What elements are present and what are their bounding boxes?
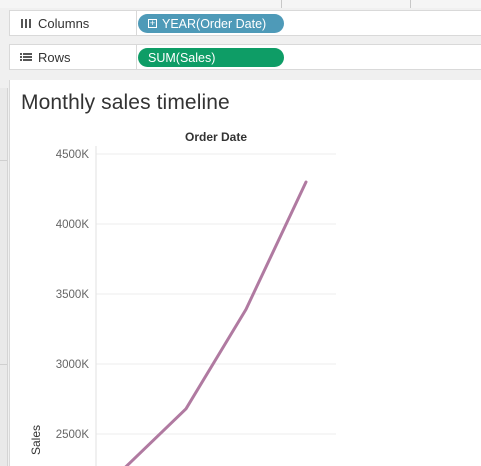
strip-divider: [281, 0, 282, 8]
columns-shelf[interactable]: Columns + YEAR(Order Date): [9, 10, 481, 36]
y-axis-title: Sales: [29, 425, 43, 455]
rows-shelf[interactable]: Rows SUM(Sales): [9, 44, 481, 70]
sales-line: [124, 180, 308, 466]
left-panel-edge: [0, 88, 8, 466]
rows-shelf-label: Rows: [10, 45, 137, 69]
y-tick-label: 3500K: [56, 289, 90, 301]
columns-icon: [17, 18, 35, 28]
strip-divider: [410, 0, 411, 8]
pill-label: SUM(Sales): [148, 50, 216, 65]
sum-sales-pill[interactable]: SUM(Sales): [138, 48, 284, 67]
columns-shelf-label: Columns: [10, 11, 137, 35]
panel-divider: [0, 160, 7, 161]
rows-icon: [17, 52, 35, 62]
y-tick-label: 4000K: [56, 219, 90, 231]
y-tick-label: 4500K: [56, 149, 90, 161]
panel-divider: [0, 364, 7, 365]
viz-area: Monthly sales timeline Order Date 2500K 30…: [9, 80, 481, 466]
line-chart: Order Date 2500K 3000K 3500K 4000K 4500K Sales: [29, 130, 336, 466]
y-tick-label: 2500K: [56, 429, 90, 441]
rows-label-text: Rows: [38, 49, 71, 65]
y-tick-label: 3000K: [56, 359, 90, 371]
columns-label-text: Columns: [38, 15, 90, 31]
column-header: Order Date: [185, 130, 247, 144]
expand-plus-icon[interactable]: +: [148, 19, 157, 28]
toolbar-strip: [0, 0, 481, 8]
year-order-date-pill[interactable]: + YEAR(Order Date): [138, 14, 284, 33]
pill-label: YEAR(Order Date): [162, 16, 267, 31]
